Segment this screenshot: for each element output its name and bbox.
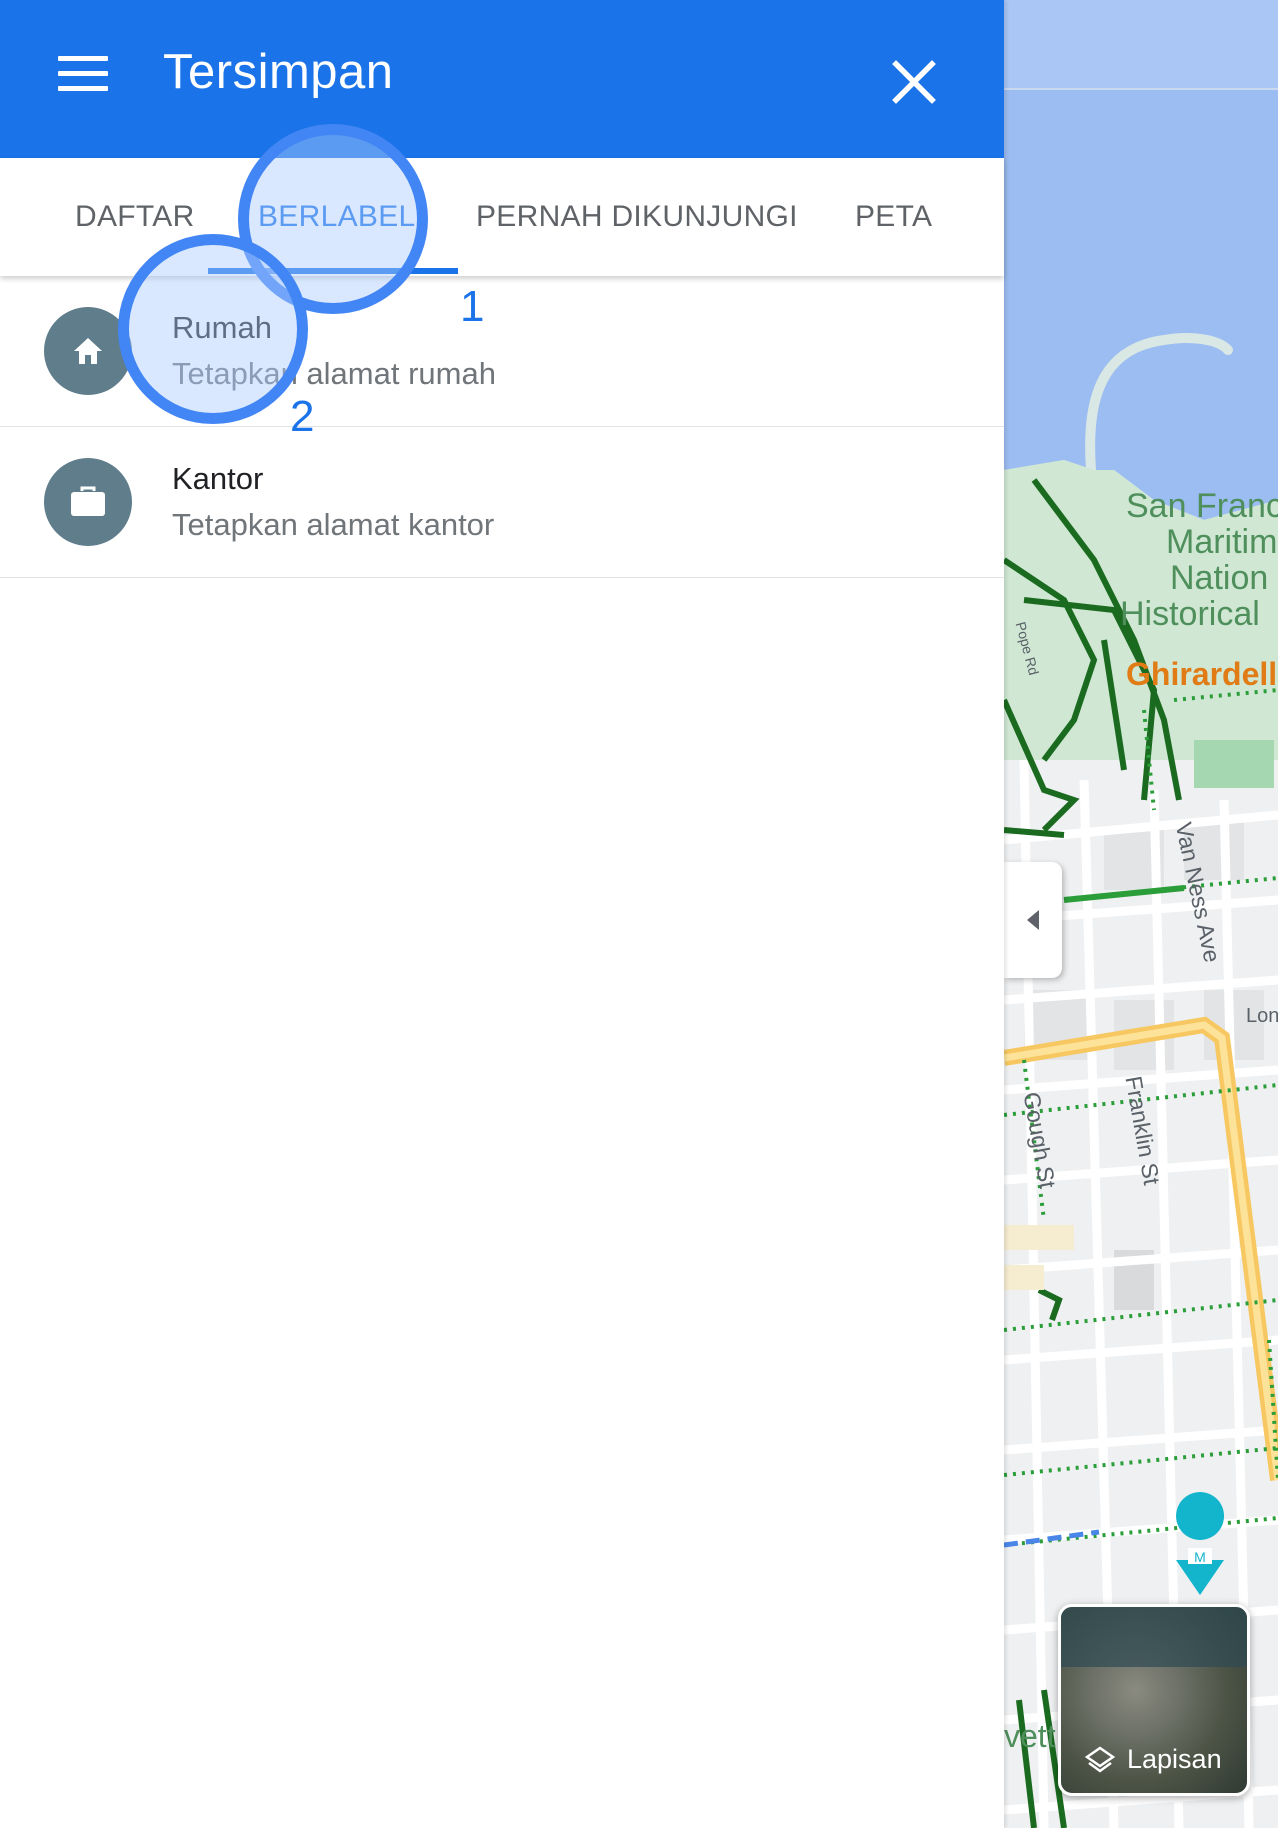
layers-label: Lapisan: [1127, 1744, 1222, 1774]
annotation-ring-step-2: [118, 234, 308, 424]
map-label-museum-3: Nation: [1170, 559, 1269, 597]
app-bar: Tersimpan: [0, 0, 1004, 158]
annotation-number-1: 1: [460, 282, 485, 331]
item-subtitle: Tetapkan alamat kantor: [172, 507, 495, 542]
briefcase-icon: [71, 486, 105, 516]
map-label-bottom: vett: [1004, 1718, 1056, 1754]
list-item-work[interactable]: Kantor Tetapkan alamat kantor: [0, 427, 1004, 578]
tab-pernah-dikunjungi[interactable]: PERNAH DIKUNJUNGI: [476, 200, 798, 234]
map-label-museum-2: Maritim: [1166, 523, 1278, 561]
hamburger-menu-icon[interactable]: [58, 56, 108, 96]
map-label-museum-4: Historical: [1120, 595, 1260, 633]
map-label-ghirardelli: Ghirardell: [1126, 656, 1278, 692]
layers-icon: [1085, 1745, 1115, 1773]
tab-peta[interactable]: PETA: [855, 200, 932, 234]
collapse-arrow-icon: [1027, 910, 1039, 930]
collapse-panel-button[interactable]: [1004, 862, 1062, 978]
street-label-lom: Lon: [1246, 1005, 1278, 1027]
satellite-preview: [1061, 1607, 1247, 1667]
svg-text:M: M: [1194, 1549, 1206, 1565]
tab-daftar[interactable]: DAFTAR: [75, 200, 195, 234]
close-icon[interactable]: [884, 52, 944, 112]
museum-pin-icon[interactable]: M: [1176, 1492, 1225, 1595]
page-title: Tersimpan: [163, 45, 394, 99]
layers-button[interactable]: Lapisan: [1058, 1604, 1250, 1796]
annotation-number-2: 2: [290, 392, 315, 441]
home-icon: [74, 338, 102, 364]
map-label-museum-1: San Franc: [1126, 487, 1278, 525]
item-title: Kantor: [172, 461, 264, 496]
